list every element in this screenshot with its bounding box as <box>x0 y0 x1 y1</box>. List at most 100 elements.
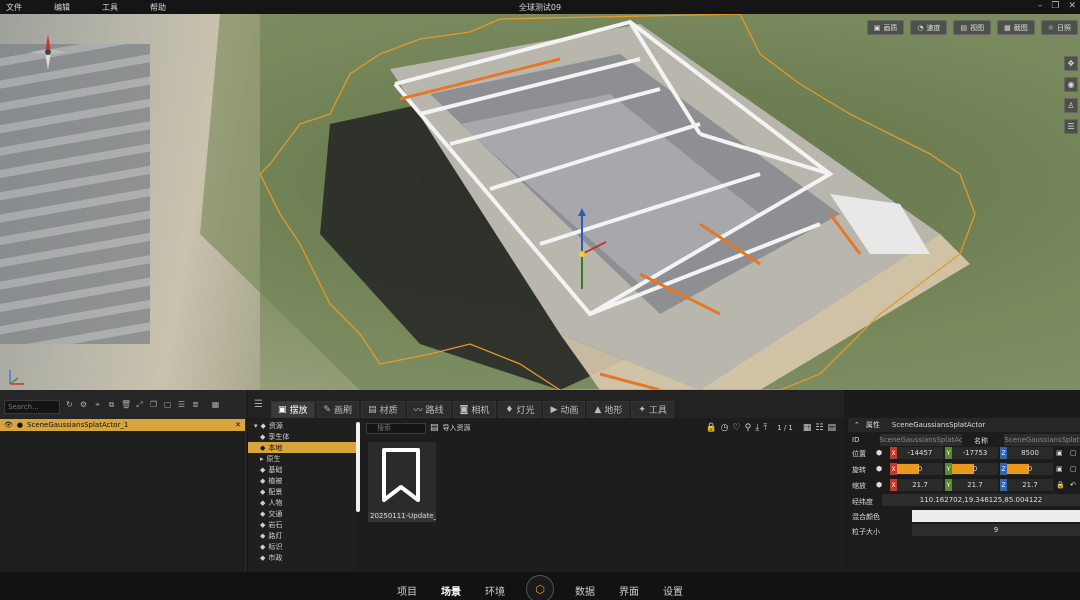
position-x-field[interactable]: X -14457 <box>890 447 943 459</box>
grid-view-icon[interactable]: ▦ <box>803 423 812 433</box>
tab-camera[interactable]: ◙ 相机 <box>452 401 497 418</box>
position-y-field[interactable]: Y -17753 <box>945 447 998 459</box>
delete-icon[interactable]: 🗑 <box>121 400 131 409</box>
expand-icon[interactable]: ⤢ <box>135 400 144 410</box>
reset-icon[interactable]: ▢ <box>1070 465 1077 473</box>
copy-icon[interactable]: ⧉ <box>107 400 116 410</box>
history-icon[interactable]: ◷ <box>721 423 729 433</box>
nav-scene[interactable]: 场景 <box>441 583 461 598</box>
import-button[interactable]: 导入资源 <box>443 423 471 433</box>
save-icon[interactable]: ▣ <box>1056 449 1063 457</box>
tree-item-municipal[interactable]: ◆ 市政 <box>248 552 356 563</box>
rotation-z-field[interactable]: Z0 <box>1000 463 1053 475</box>
tree-item-rocks[interactable]: ◆ 岩石 <box>248 519 356 530</box>
close-icon[interactable]: ✕ <box>1068 1 1076 11</box>
speed-button[interactable]: ◔ 速度 <box>910 20 948 35</box>
upload-icon[interactable]: ⤒ <box>763 423 767 433</box>
sunlight-button[interactable]: ☼ 日照 <box>1040 20 1078 35</box>
minimize-icon[interactable]: – <box>1038 1 1043 11</box>
asset-thumbnail[interactable] <box>368 442 436 512</box>
tree-item-signs[interactable]: ◆ 标识 <box>248 541 356 552</box>
favorite-icon[interactable]: ♡ <box>733 423 741 433</box>
tree-item-vegetation[interactable]: ◆ 植被 <box>248 475 356 486</box>
tree-item-basic[interactable]: ◆ 基础 <box>248 464 356 475</box>
reset-icon[interactable]: ▢ <box>1070 449 1077 457</box>
duplicate-icon[interactable]: ❐ <box>149 400 158 409</box>
download-icon[interactable]: ⤓ <box>755 423 759 433</box>
rotation-y-field[interactable]: Y0 <box>945 463 998 475</box>
focus-icon[interactable]: ⌖ <box>93 400 102 410</box>
rotation-label: 旋转 <box>852 466 866 474</box>
quality-button[interactable]: ▣ 画质 <box>866 20 905 35</box>
save-icon[interactable]: ▣ <box>1056 465 1063 473</box>
visibility-icon[interactable]: 👁 <box>4 421 13 429</box>
tab-animation[interactable]: ▶ 动画 <box>543 401 586 418</box>
nav-settings[interactable]: 设置 <box>663 583 683 598</box>
tab-material[interactable]: ▤ 材质 <box>361 401 405 418</box>
chevron-up-icon[interactable]: ⌃ <box>854 421 860 429</box>
view-button[interactable]: ▤ 视图 <box>953 20 992 35</box>
folder-icon: ◆ <box>260 465 266 474</box>
layers-icon[interactable]: ☰ <box>1064 119 1078 134</box>
tab-light[interactable]: ♦ 灯光 <box>498 401 542 418</box>
nav-data[interactable]: 数据 <box>575 583 595 598</box>
restore-icon[interactable]: ❐ <box>1051 1 1059 11</box>
tree-item-native[interactable]: ▸ 原生 <box>248 453 356 464</box>
tab-route[interactable]: 〰路线 <box>406 401 451 418</box>
nav-project[interactable]: 项目 <box>397 583 417 598</box>
name-field[interactable]: SceneGaussiansSplat <box>1004 434 1080 446</box>
tab-place[interactable]: ▣ 摆放 <box>270 401 315 418</box>
tab-terrain[interactable]: ▲ 地形 <box>587 401 630 418</box>
table-view-icon[interactable]: ▤ <box>827 423 836 433</box>
nav-environment[interactable]: 环境 <box>485 583 505 598</box>
lock-icon[interactable]: 🔒 <box>705 423 716 433</box>
filter-icon[interactable]: ⚲ <box>745 423 752 433</box>
menu-icon[interactable]: ☰ <box>254 399 263 410</box>
3d-viewport[interactable]: ▣ 画质 ◔ 速度 ▤ 视图 ▦ 截图 ☼ 日照 ✥ ◉ ♙ ☰ <box>0 14 1080 390</box>
tree-item-resources[interactable]: ▾ ◆ 资源 <box>248 420 356 431</box>
screenshot-button[interactable]: ▦ 截图 <box>997 20 1035 35</box>
tree-item-people[interactable]: ◆ 人物 <box>248 497 356 508</box>
tree-item-scenery[interactable]: ◆ 配景 <box>248 486 356 497</box>
sort-icon[interactable]: ≣ <box>191 400 200 409</box>
move-icon[interactable]: ✥ <box>1064 56 1078 71</box>
settings-icon[interactable]: ⚙ <box>79 400 88 409</box>
close-item-icon[interactable]: ✕ <box>235 421 241 429</box>
tab-tools[interactable]: ✦ 工具 <box>631 401 674 418</box>
layout-icon[interactable]: ▦ <box>211 400 220 409</box>
home-cube-icon[interactable]: ⬡ <box>526 575 554 600</box>
undo-icon[interactable]: ↶ <box>1070 481 1076 489</box>
refresh-icon[interactable]: ↻ <box>65 400 74 409</box>
person-icon[interactable]: ♙ <box>1064 98 1078 113</box>
viewport-side-toolbar: ✥ ◉ ♙ ☰ <box>1064 56 1078 134</box>
list-view-icon[interactable]: ☷ <box>815 423 823 433</box>
outliner-item-selected[interactable]: 👁 ● SceneGaussiansSplatActor_1 ✕ <box>0 419 245 431</box>
nav-interface[interactable]: 界面 <box>619 583 639 598</box>
compass-icon[interactable] <box>28 32 68 72</box>
particle-size-field[interactable]: 9 <box>912 524 1080 536</box>
asset-search-input[interactable] <box>366 422 426 434</box>
outliner-search-input[interactable] <box>4 400 60 414</box>
rotation-x-field[interactable]: X0 <box>890 463 943 475</box>
tree-item-local[interactable]: ◆ 本地 <box>248 442 356 453</box>
folder-icon: ◆ <box>260 553 266 562</box>
tree-item-traffic[interactable]: ◆ 交通 <box>248 508 356 519</box>
blend-color-swatch[interactable] <box>912 510 1080 522</box>
lock-icon[interactable]: 🔒 <box>1056 481 1065 489</box>
scale-x-field[interactable]: X 21.7 <box>890 479 943 491</box>
position-z-field[interactable]: Z 8500 <box>1000 447 1053 459</box>
group-icon[interactable]: ▢ <box>163 400 172 409</box>
tree-item-twin[interactable]: ◆ 孪生体 <box>248 431 356 442</box>
globe-icon[interactable]: ◉ <box>1064 77 1078 92</box>
list-icon[interactable]: ☰ <box>177 400 186 409</box>
folder-icon: ◆ <box>260 421 266 430</box>
tree-scrollbar[interactable] <box>356 422 360 512</box>
tree-item-streetlights[interactable]: ◆ 路灯 <box>248 530 356 541</box>
import-icon[interactable]: ▤ <box>430 423 439 433</box>
scale-y-field[interactable]: Y 21.7 <box>945 479 998 491</box>
tab-brush[interactable]: ✎ 画刷 <box>316 401 360 418</box>
lonlat-field[interactable]: 110.162702,19.346125,85.004122 <box>882 494 1080 506</box>
id-field[interactable]: SceneGaussiansSplatAc <box>879 434 963 446</box>
view-icon: ▤ <box>960 23 968 32</box>
scale-z-field[interactable]: Z 21.7 <box>1000 479 1053 491</box>
